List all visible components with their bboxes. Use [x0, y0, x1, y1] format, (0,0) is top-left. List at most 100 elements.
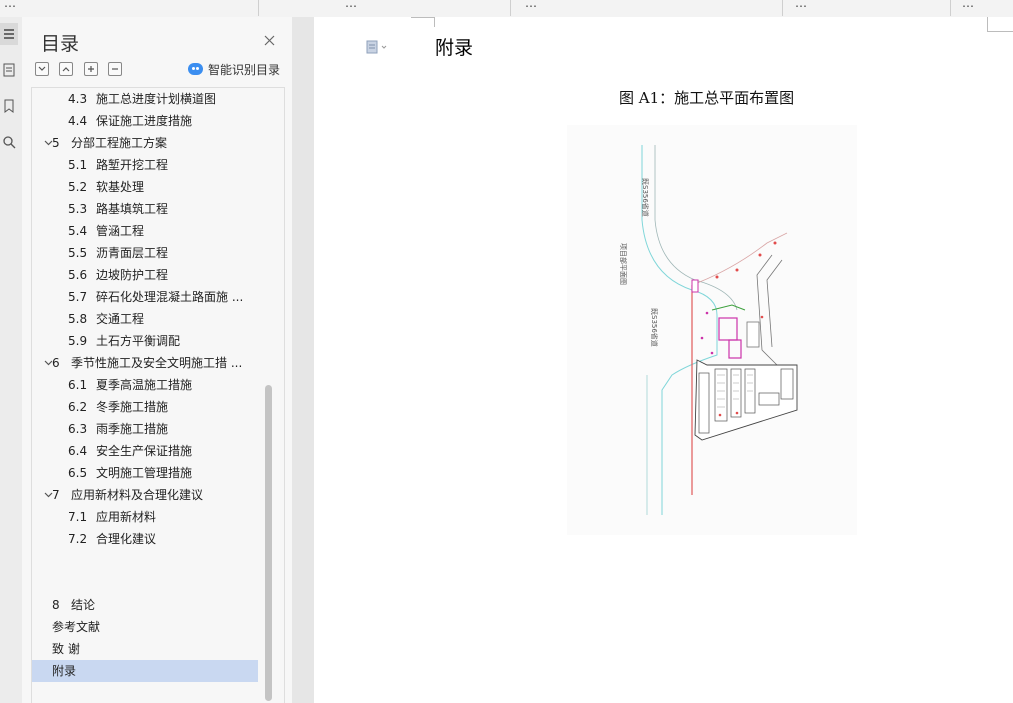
- remove-heading-button[interactable]: [108, 62, 122, 76]
- page-options-icon[interactable]: [366, 40, 388, 54]
- toc-scrollbar[interactable]: [265, 385, 272, 701]
- toolbar-item-5[interactable]: …: [962, 0, 974, 12]
- toc-item[interactable]: 6.5 文明施工管理措施: [32, 462, 258, 484]
- toc-item-number: 4.4: [68, 114, 88, 128]
- toc-item-number: 5.3: [68, 202, 88, 216]
- road-label-2: 既S356省道: [650, 308, 659, 347]
- toc-item-number: 5.7: [68, 290, 88, 304]
- toc-item-number: 5: [52, 136, 60, 150]
- toc-item-number: 6.3: [68, 422, 88, 436]
- plan-note-label: 项目部平面图: [619, 243, 628, 285]
- toc-item[interactable]: 4.3 施工总进度计划横道图: [32, 88, 258, 110]
- add-heading-button[interactable]: [84, 62, 98, 76]
- expand-all-button[interactable]: [35, 62, 49, 76]
- toc-item[interactable]: 7 应用新材料及合理化建议: [32, 484, 258, 506]
- toc-item-label: 夏季高温施工措施: [96, 378, 193, 392]
- crop-mark: [434, 17, 435, 27]
- toc-item[interactable]: 5.4 管涵工程: [32, 220, 258, 242]
- toc-item-number: 5.6: [68, 268, 88, 282]
- toc-item-label: 文明施工管理措施: [96, 466, 193, 480]
- toc-item-number: 6.2: [68, 400, 88, 414]
- toc-item-label: 致 谢: [52, 642, 80, 656]
- crop-mark: [987, 31, 1013, 32]
- toc-item[interactable]: 8 结论: [32, 594, 258, 616]
- toc-item-number: 6.4: [68, 444, 88, 458]
- toc-item-label: 边坡防护工程: [96, 268, 169, 282]
- toc-item[interactable]: 6.3 雨季施工措施: [32, 418, 258, 440]
- document-page: 附录 图 A1：施工总平面布置图 既S356省道 项目部平面图 既S356省道: [314, 17, 1013, 703]
- toc-item-label: 交通工程: [96, 312, 145, 326]
- toc-item-number: 8: [52, 598, 60, 612]
- toc-item-label: 附录: [52, 664, 77, 678]
- toc-item-label: 分部工程施工方案: [71, 136, 168, 150]
- robot-icon: [188, 63, 203, 75]
- top-toolbar: … … … … …: [0, 0, 1013, 18]
- toc-item[interactable]: 5.2 软基处理: [32, 176, 258, 198]
- toc-item[interactable]: 6.2 冬季施工措施: [32, 396, 258, 418]
- toolbar-item-1[interactable]: …: [4, 0, 16, 12]
- toc-item-label: 季节性施工及安全文明施工措 ...: [71, 356, 243, 370]
- toc-item[interactable]: 5.8 交通工程: [32, 308, 258, 330]
- toc-tree: 4.3 施工总进度计划横道图 4.4 保证施工进度措施 5 分部工程施工方案 5.1 路堑开挖…: [31, 87, 285, 703]
- toc-item[interactable]: 6.1 夏季高温施工措施: [32, 374, 258, 396]
- toc-item[interactable]: 5 分部工程施工方案: [32, 132, 258, 154]
- toc-item-label: 软基处理: [96, 180, 145, 194]
- crop-mark: [411, 17, 435, 18]
- toc-item-label: 沥青面层工程: [96, 246, 169, 260]
- search-icon[interactable]: [0, 131, 18, 153]
- toc-item[interactable]: 7.2 合理化建议: [32, 528, 258, 550]
- toc-item-label: 结论: [71, 598, 96, 612]
- toc-item-number: 5.9: [68, 334, 88, 348]
- toc-item[interactable]: 7.1 应用新材料: [32, 506, 258, 528]
- toc-item-label: 应用新材料: [96, 510, 157, 524]
- toc-item[interactable]: 5.6 边坡防护工程: [32, 264, 258, 286]
- toc-item[interactable]: 附录: [32, 660, 258, 682]
- toc-icon[interactable]: [0, 23, 18, 45]
- toc-item-label: 施工总进度计划横道图: [96, 92, 217, 106]
- road-label-1: 既S356省道: [641, 178, 650, 217]
- toolbar-item-4[interactable]: …: [795, 0, 807, 12]
- toolbar-item-3[interactable]: …: [525, 0, 537, 12]
- scrollbar-thumb[interactable]: [265, 385, 272, 701]
- close-icon[interactable]: [260, 31, 278, 49]
- toc-item[interactable]: 5.3 路基填筑工程: [32, 198, 258, 220]
- smart-toc-button[interactable]: 智能识别目录: [188, 61, 280, 77]
- toc-item-label: 保证施工进度措施: [96, 114, 193, 128]
- toc-item-number: 7: [52, 488, 60, 502]
- pages-icon[interactable]: [0, 59, 18, 81]
- toc-item-label: 路堑开挖工程: [96, 158, 169, 172]
- toolbar-divider: [782, 0, 783, 16]
- toc-item[interactable]: 5.9 土石方平衡调配: [32, 330, 258, 352]
- crop-mark: [987, 17, 988, 32]
- toolbar-item-2[interactable]: …: [345, 0, 357, 12]
- toc-panel: 目录 智能识别目录 4.3 施工总进度计划横道图 4.4 保证施工进度措施 5 分部工程施…: [22, 17, 292, 703]
- toc-item[interactable]: 4.4 保证施工进度措施: [32, 110, 258, 132]
- toc-item-label: 路基填筑工程: [96, 202, 169, 216]
- toc-item[interactable]: 5.7 碎石化处理混凝土路面施 ...: [32, 286, 258, 308]
- bookmark-icon[interactable]: [0, 95, 18, 117]
- collapse-all-button[interactable]: [59, 62, 73, 76]
- toc-title: 目录: [41, 33, 80, 55]
- toc-item-label: 应用新材料及合理化建议: [71, 488, 204, 502]
- panel-divider[interactable]: [292, 17, 314, 703]
- toc-item-label: 合理化建议: [96, 532, 157, 546]
- toc-item-label: 碎石化处理混凝土路面施 ...: [96, 290, 244, 304]
- toc-item[interactable]: 参考文献: [32, 616, 258, 638]
- toc-item-label: 土石方平衡调配: [96, 334, 181, 348]
- toc-item[interactable]: 5.5 沥青面层工程: [32, 242, 258, 264]
- toc-item-label: 管涵工程: [96, 224, 145, 238]
- toc-item[interactable]: 5.1 路堑开挖工程: [32, 154, 258, 176]
- appendix-heading: 附录: [435, 37, 474, 59]
- toc-item-number: 4.3: [68, 92, 88, 106]
- toc-item-label: 参考文献: [52, 620, 101, 634]
- toc-item[interactable]: 致 谢: [32, 638, 258, 660]
- toc-item-number: 5.2: [68, 180, 88, 194]
- toc-item-number: 6.5: [68, 466, 88, 480]
- toc-item[interactable]: 6.4 安全生产保证措施: [32, 440, 258, 462]
- figure-caption: 图 A1：施工总平面布置图: [619, 89, 795, 107]
- toc-item-number: 5.8: [68, 312, 88, 326]
- toc-item-number: 6: [52, 356, 60, 370]
- toc-item-number: 5.1: [68, 158, 88, 172]
- toc-item-number: 7.2: [68, 532, 88, 546]
- toc-item[interactable]: 6 季节性施工及安全文明施工措 ...: [32, 352, 258, 374]
